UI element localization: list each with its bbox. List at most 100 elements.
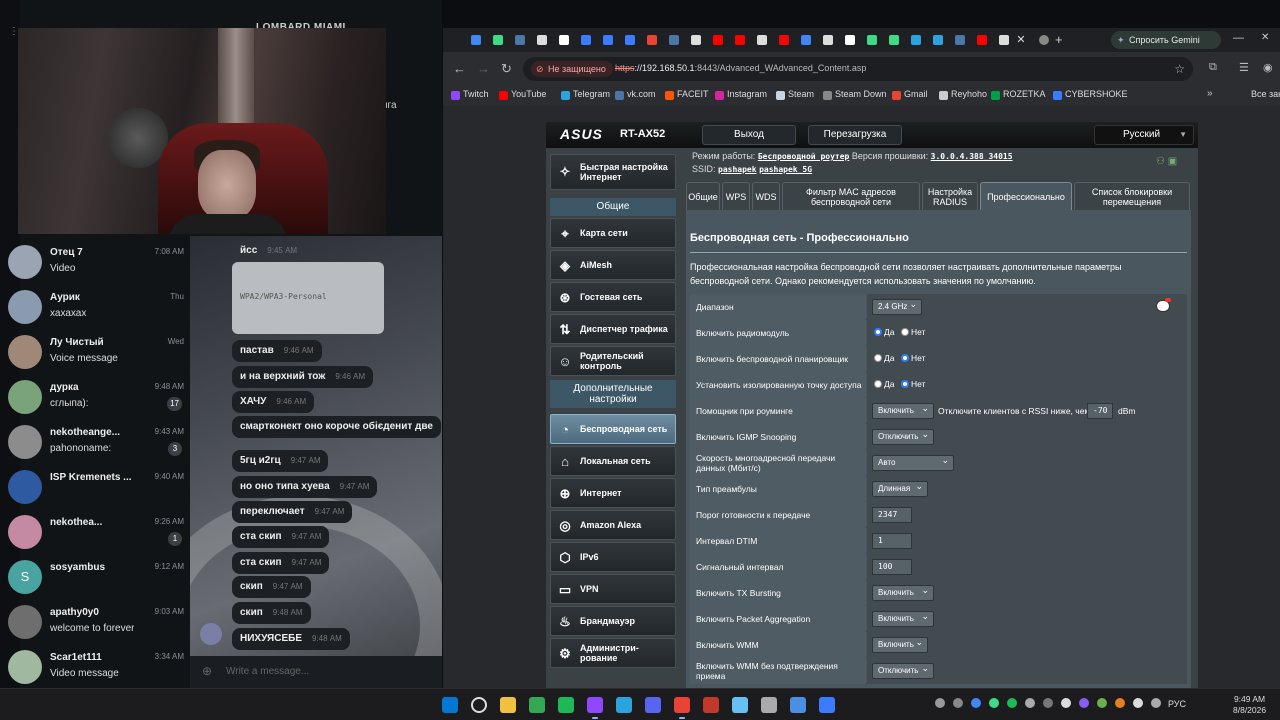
pinned-tab-icon[interactable] (757, 35, 767, 45)
taskbar-app-icon[interactable] (442, 697, 458, 713)
wmm-noack-select[interactable]: Отключить (872, 661, 934, 679)
message-bubble[interactable]: и на верхний тож 9:46 AM (232, 366, 374, 388)
bookmark-item[interactable]: ROZETKA (991, 89, 1046, 100)
tray-icon[interactable] (1133, 698, 1143, 708)
sender-avatar[interactable] (200, 623, 222, 645)
taskbar-app-icon[interactable] (645, 697, 661, 713)
address-bar[interactable]: Не защищено https://192.168.50.1:8443/Ad… (523, 57, 1193, 81)
pinned-tab-icon[interactable] (933, 35, 943, 45)
pinned-tab-icon[interactable] (867, 35, 877, 45)
window-close-icon[interactable]: ✕ (1261, 32, 1269, 43)
reboot-button[interactable]: Перезагрузка (808, 125, 902, 145)
bookmark-item[interactable]: Steam Down (823, 89, 887, 100)
pinned-tab-icon[interactable] (669, 35, 679, 45)
pinned-tab-icon[interactable] (779, 35, 789, 45)
message-bubble[interactable]: скип 9:48 AM (232, 602, 311, 624)
taskbar-app-icon[interactable] (558, 697, 574, 713)
sidebar-item[interactable]: ⬡ IPv6 (550, 542, 676, 572)
taskbar-app-icon[interactable] (732, 697, 748, 713)
pinned-tab-icon[interactable] (801, 35, 811, 45)
gemini-button[interactable]: Спросить Gemini (1111, 31, 1221, 49)
tray-icon[interactable] (1043, 698, 1053, 708)
message-bubble[interactable]: 5гц и2гц 9:47 AM (232, 450, 329, 472)
rts-input[interactable]: 2347 (872, 507, 912, 523)
chat-list-item[interactable]: дурка сглыпа): 9:48 AM 17 (0, 375, 190, 420)
url-text[interactable]: https://192.168.50.1:8443/Advanced_WAdva… (615, 63, 866, 73)
rssi-input[interactable]: -70 (1087, 403, 1113, 419)
taskbar-app-icon[interactable] (819, 697, 835, 713)
message-bubble[interactable]: скип 9:47 AM (232, 576, 311, 598)
bookmark-item[interactable]: Twitch (451, 89, 489, 100)
tab-search-icon[interactable]: ☰ (1239, 61, 1249, 74)
bookmarks-overflow-icon[interactable]: » (1207, 88, 1213, 99)
router-tab[interactable]: Профессионально (980, 182, 1072, 210)
pinned-tab-icon[interactable] (537, 35, 547, 45)
clock[interactable]: 9:49 AM 8/8/2026 (1233, 694, 1266, 716)
radio-no[interactable]: Нет (901, 327, 925, 337)
chat-list-item[interactable]: Лу Чистый Voice message Wed (0, 330, 190, 375)
message-bubble[interactable]: но оно типа хуева 9:47 AM (232, 476, 378, 498)
tray-icon[interactable] (1151, 698, 1161, 708)
band-select[interactable]: 2.4 GHz (872, 297, 922, 315)
pinned-tab-icon[interactable] (911, 35, 921, 45)
new-tab-icon[interactable]: + (1055, 32, 1063, 47)
router-tab[interactable]: WDS (752, 182, 780, 210)
taskbar-app-icon[interactable] (616, 697, 632, 713)
radio-yes[interactable]: Да (874, 327, 894, 337)
pinned-tab-icon[interactable] (515, 35, 525, 45)
tray-icon[interactable] (1079, 698, 1089, 708)
pinned-tab-icon[interactable] (471, 35, 481, 45)
close-tab-icon[interactable]: ✕ (1013, 32, 1029, 48)
bookmark-item[interactable]: Reyhoho (939, 89, 987, 100)
logout-button[interactable]: Выход (702, 125, 796, 145)
chat-list-item[interactable]: Scar1et111 Video message 3:34 AM (0, 645, 190, 688)
message-composer[interactable]: ⊕ Write a message... (190, 656, 442, 688)
bookmark-item[interactable]: FACEIT (665, 89, 709, 100)
firmware-value[interactable]: 3.0.0.4.388_34015 (931, 152, 1013, 161)
taskbar-app-icon[interactable] (529, 697, 545, 713)
tray-icon[interactable] (935, 698, 945, 708)
tray-icon[interactable] (953, 698, 963, 708)
tray-icon[interactable] (1061, 698, 1071, 708)
write-placeholder[interactable]: Write a message... (226, 666, 309, 677)
bookmark-item[interactable]: Steam (776, 89, 814, 100)
all-bookmarks-link[interactable]: Все закл (1239, 89, 1280, 99)
packet-aggregation-select[interactable]: Включить (872, 609, 934, 627)
chat-list-item[interactable]: Ssosyambus 9:12 AM (0, 555, 190, 600)
bookmark-item[interactable]: vk.com (615, 89, 656, 100)
back-icon[interactable]: ← (453, 61, 466, 76)
message-bubble[interactable]: йсс 9:45 AM (232, 240, 305, 262)
taskbar-app-icon[interactable] (471, 697, 487, 713)
chat-list-item[interactable]: nekothea... 9:26 AM 1 (0, 510, 190, 555)
roaming-select[interactable]: Включить (872, 401, 934, 419)
pinned-tab-icon[interactable] (823, 35, 833, 45)
attach-icon[interactable]: ⊕ (202, 664, 212, 678)
pinned-tab-icon[interactable] (955, 35, 965, 45)
pinned-tab-icon[interactable] (493, 35, 503, 45)
sidebar-item[interactable]: ▭ VPN (550, 574, 676, 604)
preamble-select[interactable]: Длинная (872, 479, 928, 497)
sidebar-item[interactable]: ◔ Беспроводная сеть (550, 414, 676, 444)
message-bubble[interactable]: смартконект оно короче обієденит две (232, 416, 441, 438)
message-bubble[interactable]: ста скип 9:47 AM (232, 552, 330, 574)
dtim-input[interactable]: 1 (872, 533, 912, 549)
tx-bursting-select[interactable]: Включить (872, 583, 934, 601)
menu-icon[interactable]: ⋮ (9, 27, 19, 42)
igmp-select[interactable]: Отключить (872, 427, 934, 445)
taskbar-app-icon[interactable] (587, 697, 603, 719)
pinned-tab-icon[interactable] (647, 35, 657, 45)
sidebar-item[interactable]: ◎ Amazon Alexa (550, 510, 676, 540)
tray-icon[interactable] (971, 698, 981, 708)
router-tab[interactable]: WPS (722, 182, 750, 210)
mode-value[interactable]: Беспроводной роутер (758, 152, 850, 161)
multicast-select[interactable]: Авто (872, 453, 954, 471)
tray-icon[interactable] (989, 698, 999, 708)
scheduler-yes[interactable]: Да (874, 353, 894, 363)
bookmark-item[interactable]: CYBERSHOKE (1053, 89, 1128, 100)
chat-list-item[interactable]: Отец 7 Video 7:08 AM (0, 240, 190, 285)
tray-icon[interactable] (1007, 698, 1017, 708)
tray-icon[interactable] (1097, 698, 1107, 708)
taskbar-app-icon[interactable] (761, 697, 777, 713)
wmm-select[interactable]: Включить (872, 635, 928, 653)
minimize-icon[interactable]: — (1233, 32, 1244, 44)
